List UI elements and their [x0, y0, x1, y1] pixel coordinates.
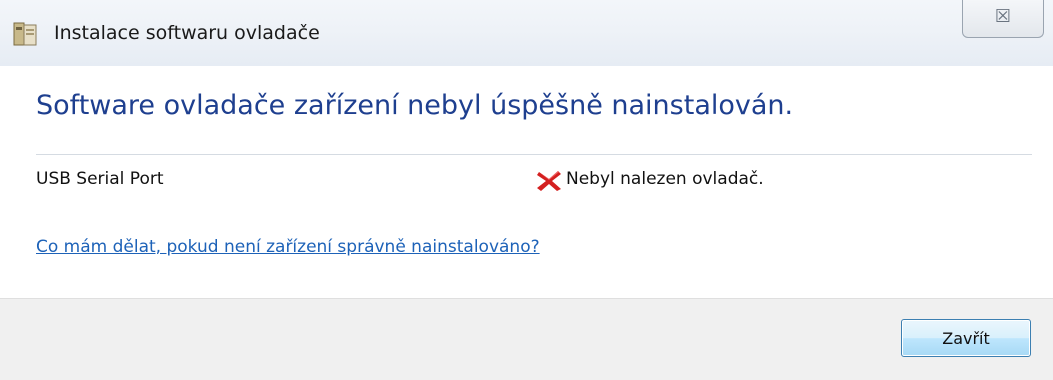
- dialog-footer: Zavřít: [0, 298, 1053, 380]
- close-icon: ☒: [994, 6, 1012, 27]
- dialog-content: Software ovladače zařízení nebyl úspěšně…: [0, 66, 1053, 298]
- result-heading: Software ovladače zařízení nebyl úspěšně…: [36, 90, 794, 121]
- device-manager-icon: [13, 22, 37, 46]
- help-link[interactable]: Co mám dělat, pokud není zařízení správn…: [36, 234, 540, 260]
- window-title: Instalace softwaru ovladače: [54, 22, 320, 44]
- content-separator: [36, 154, 1032, 155]
- device-name: USB Serial Port: [36, 169, 164, 189]
- driver-install-dialog: Instalace softwaru ovladače ☒ Software o…: [0, 0, 1053, 380]
- error-x-icon: [537, 171, 561, 191]
- close-button[interactable]: Zavřít: [901, 319, 1031, 357]
- device-status: Nebyl nalezen ovladač.: [566, 169, 764, 189]
- window-close-button[interactable]: ☒: [962, 0, 1044, 38]
- title-bar[interactable]: Instalace softwaru ovladače ☒: [0, 0, 1053, 66]
